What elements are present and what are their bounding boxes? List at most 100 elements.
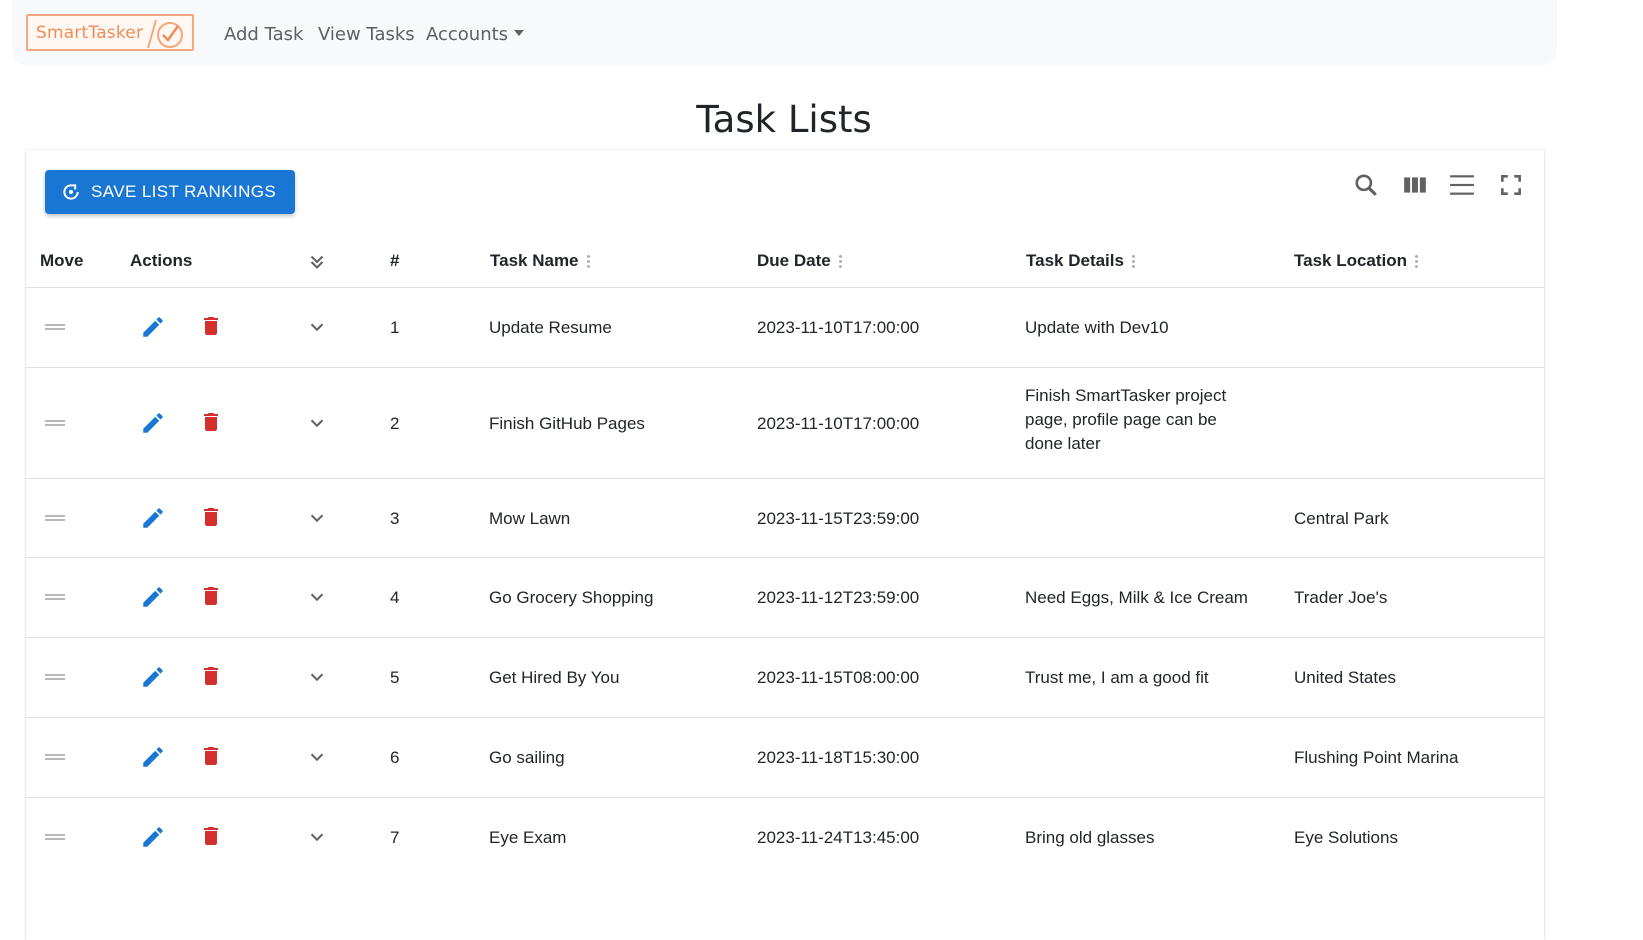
header-task-name-label: Task Name [490, 251, 579, 270]
edit-pencil-icon[interactable] [140, 410, 166, 441]
cell-task-name: Go Grocery Shopping [489, 588, 654, 607]
column-menu-icon[interactable] [1131, 253, 1136, 270]
cell-task-location: Eye Solutions [1294, 828, 1398, 847]
expand-row-chevron-icon[interactable] [306, 507, 328, 534]
edit-pencil-icon[interactable] [140, 505, 166, 536]
header-index-label: # [390, 251, 400, 270]
table-row: 3 Mow Lawn 2023-11-15T23:59:00 Central Park [26, 478, 1544, 558]
cell-due-date: 2023-11-15T08:00:00 [757, 668, 920, 687]
cell-index: 2 [390, 413, 400, 433]
expand-row-chevron-icon[interactable] [306, 412, 328, 439]
cell-task-name: Eye Exam [489, 828, 567, 847]
header-task-location-label: Task Location [1294, 251, 1408, 270]
header-task-name[interactable]: Task Name [490, 251, 591, 271]
header-due-date[interactable]: Due Date [757, 251, 843, 271]
cell-due-date: 2023-11-15T23:59:00 [757, 508, 920, 528]
density-icon[interactable] [1449, 172, 1475, 198]
cell-index: 5 [390, 668, 400, 687]
cell-task-details: Need Eggs, Milk & Ice Cream [1025, 588, 1248, 607]
header-index: # [390, 251, 399, 271]
cell-task-details: Trust me, I am a good fit [1025, 668, 1209, 687]
cell-task-name: Go sailing [489, 748, 565, 767]
cell-index: 7 [390, 828, 400, 847]
refresh-icon [63, 184, 79, 200]
expand-row-chevron-icon[interactable] [306, 746, 328, 773]
delete-trash-icon[interactable] [199, 664, 223, 693]
table-row: 4 Go Grocery Shopping 2023-11-12T23:59:00 N… [26, 557, 1544, 638]
cell-index: 6 [390, 748, 400, 767]
edit-pencil-icon[interactable] [140, 314, 166, 345]
delete-trash-icon[interactable] [199, 505, 223, 534]
header-move: Move [40, 251, 83, 271]
chevron-down-icon [514, 30, 525, 36]
cell-task-details: Finish SmartTasker project page, profile… [1025, 386, 1227, 453]
cell-task-name: Finish GitHub Pages [489, 413, 645, 433]
expand-row-chevron-icon[interactable] [306, 316, 328, 343]
delete-trash-icon[interactable] [199, 744, 223, 773]
nav-view-tasks[interactable]: View Tasks [318, 24, 415, 45]
delete-trash-icon[interactable] [199, 314, 223, 343]
expand-all-icon[interactable] [306, 251, 328, 273]
brand-logo[interactable]: SmartTasker [26, 14, 194, 51]
edit-pencil-icon[interactable] [140, 824, 166, 855]
cell-task-details: Bring old glasses [1025, 828, 1155, 847]
page-title: Task Lists [696, 98, 872, 141]
save-list-rankings-button[interactable]: SAVE LIST RANKINGS [45, 170, 295, 214]
drag-handle-icon[interactable] [45, 514, 65, 521]
nav-accounts-label: Accounts [426, 24, 509, 45]
cell-task-location: Flushing Point Marina [1294, 748, 1459, 767]
save-list-rankings-label: SAVE LIST RANKINGS [91, 182, 277, 201]
column-menu-icon[interactable] [586, 253, 591, 270]
header-actions-label: Actions [130, 251, 193, 270]
table-row: 6 Go sailing 2023-11-18T15:30:00 Flushing P… [26, 717, 1544, 798]
header-move-label: Move [40, 251, 84, 270]
table-row: 7 Eye Exam 2023-11-24T13:45:00 Bring old gl… [26, 797, 1544, 878]
delete-trash-icon[interactable] [199, 410, 223, 439]
cell-task-name: Get Hired By You [489, 668, 620, 687]
expand-row-chevron-icon[interactable] [306, 826, 328, 853]
cell-task-name: Update Resume [489, 318, 612, 337]
cell-due-date: 2023-11-24T13:45:00 [757, 828, 920, 847]
header-task-details[interactable]: Task Details [1026, 251, 1136, 271]
nav-add-task[interactable]: Add Task [224, 24, 303, 45]
header-due-date-label: Due Date [757, 251, 831, 270]
cell-due-date: 2023-11-12T23:59:00 [757, 588, 920, 607]
expand-row-chevron-icon[interactable] [306, 586, 328, 613]
brand-logo-text: SmartTasker [36, 22, 144, 43]
fullscreen-icon[interactable] [1498, 172, 1524, 198]
cell-task-location: United States [1294, 668, 1397, 687]
drag-handle-icon[interactable] [45, 419, 65, 426]
column-menu-icon[interactable] [1415, 253, 1419, 270]
drag-handle-icon[interactable] [45, 674, 65, 680]
header-task-details-label: Task Details [1026, 251, 1124, 270]
drag-handle-icon[interactable] [45, 834, 65, 840]
header-actions: Actions [130, 251, 192, 271]
cell-due-date: 2023-11-18T15:30:00 [757, 748, 920, 767]
cell-task-details: Update with Dev10 [1025, 318, 1169, 337]
cell-due-date: 2023-11-10T17:00:00 [757, 413, 920, 433]
columns-icon[interactable] [1402, 172, 1428, 198]
header-task-location[interactable]: Task Location [1294, 251, 1419, 271]
edit-pencil-icon[interactable] [140, 744, 166, 775]
edit-pencil-icon[interactable] [140, 584, 166, 615]
drag-handle-icon[interactable] [45, 594, 65, 600]
drag-handle-icon[interactable] [45, 754, 65, 760]
delete-trash-icon[interactable] [199, 584, 223, 613]
cell-due-date: 2023-11-10T17:00:00 [757, 318, 920, 337]
table-row: 2 Finish GitHub Pages 2023-11-10T17:00:00 F… [26, 367, 1544, 479]
expand-row-chevron-icon[interactable] [306, 666, 328, 693]
column-menu-icon[interactable] [838, 253, 843, 270]
edit-pencil-icon[interactable] [140, 664, 166, 695]
table-row: 5 Get Hired By You 2023-11-15T08:00:00 Trus… [26, 637, 1544, 718]
cell-index: 4 [390, 588, 400, 607]
task-table-card: SAVE LIST RANKINGS Move Actions # Task N… [26, 150, 1544, 940]
drag-handle-icon[interactable] [45, 324, 65, 330]
delete-trash-icon[interactable] [199, 824, 223, 853]
cell-index: 1 [390, 318, 400, 337]
cell-task-location: Trader Joe's [1294, 588, 1388, 607]
checkmark-icon [147, 19, 183, 49]
search-icon[interactable] [1353, 172, 1379, 198]
nav-accounts-dropdown[interactable]: Accounts [426, 24, 525, 45]
cell-task-name: Mow Lawn [489, 508, 571, 528]
cell-index: 3 [390, 508, 400, 528]
